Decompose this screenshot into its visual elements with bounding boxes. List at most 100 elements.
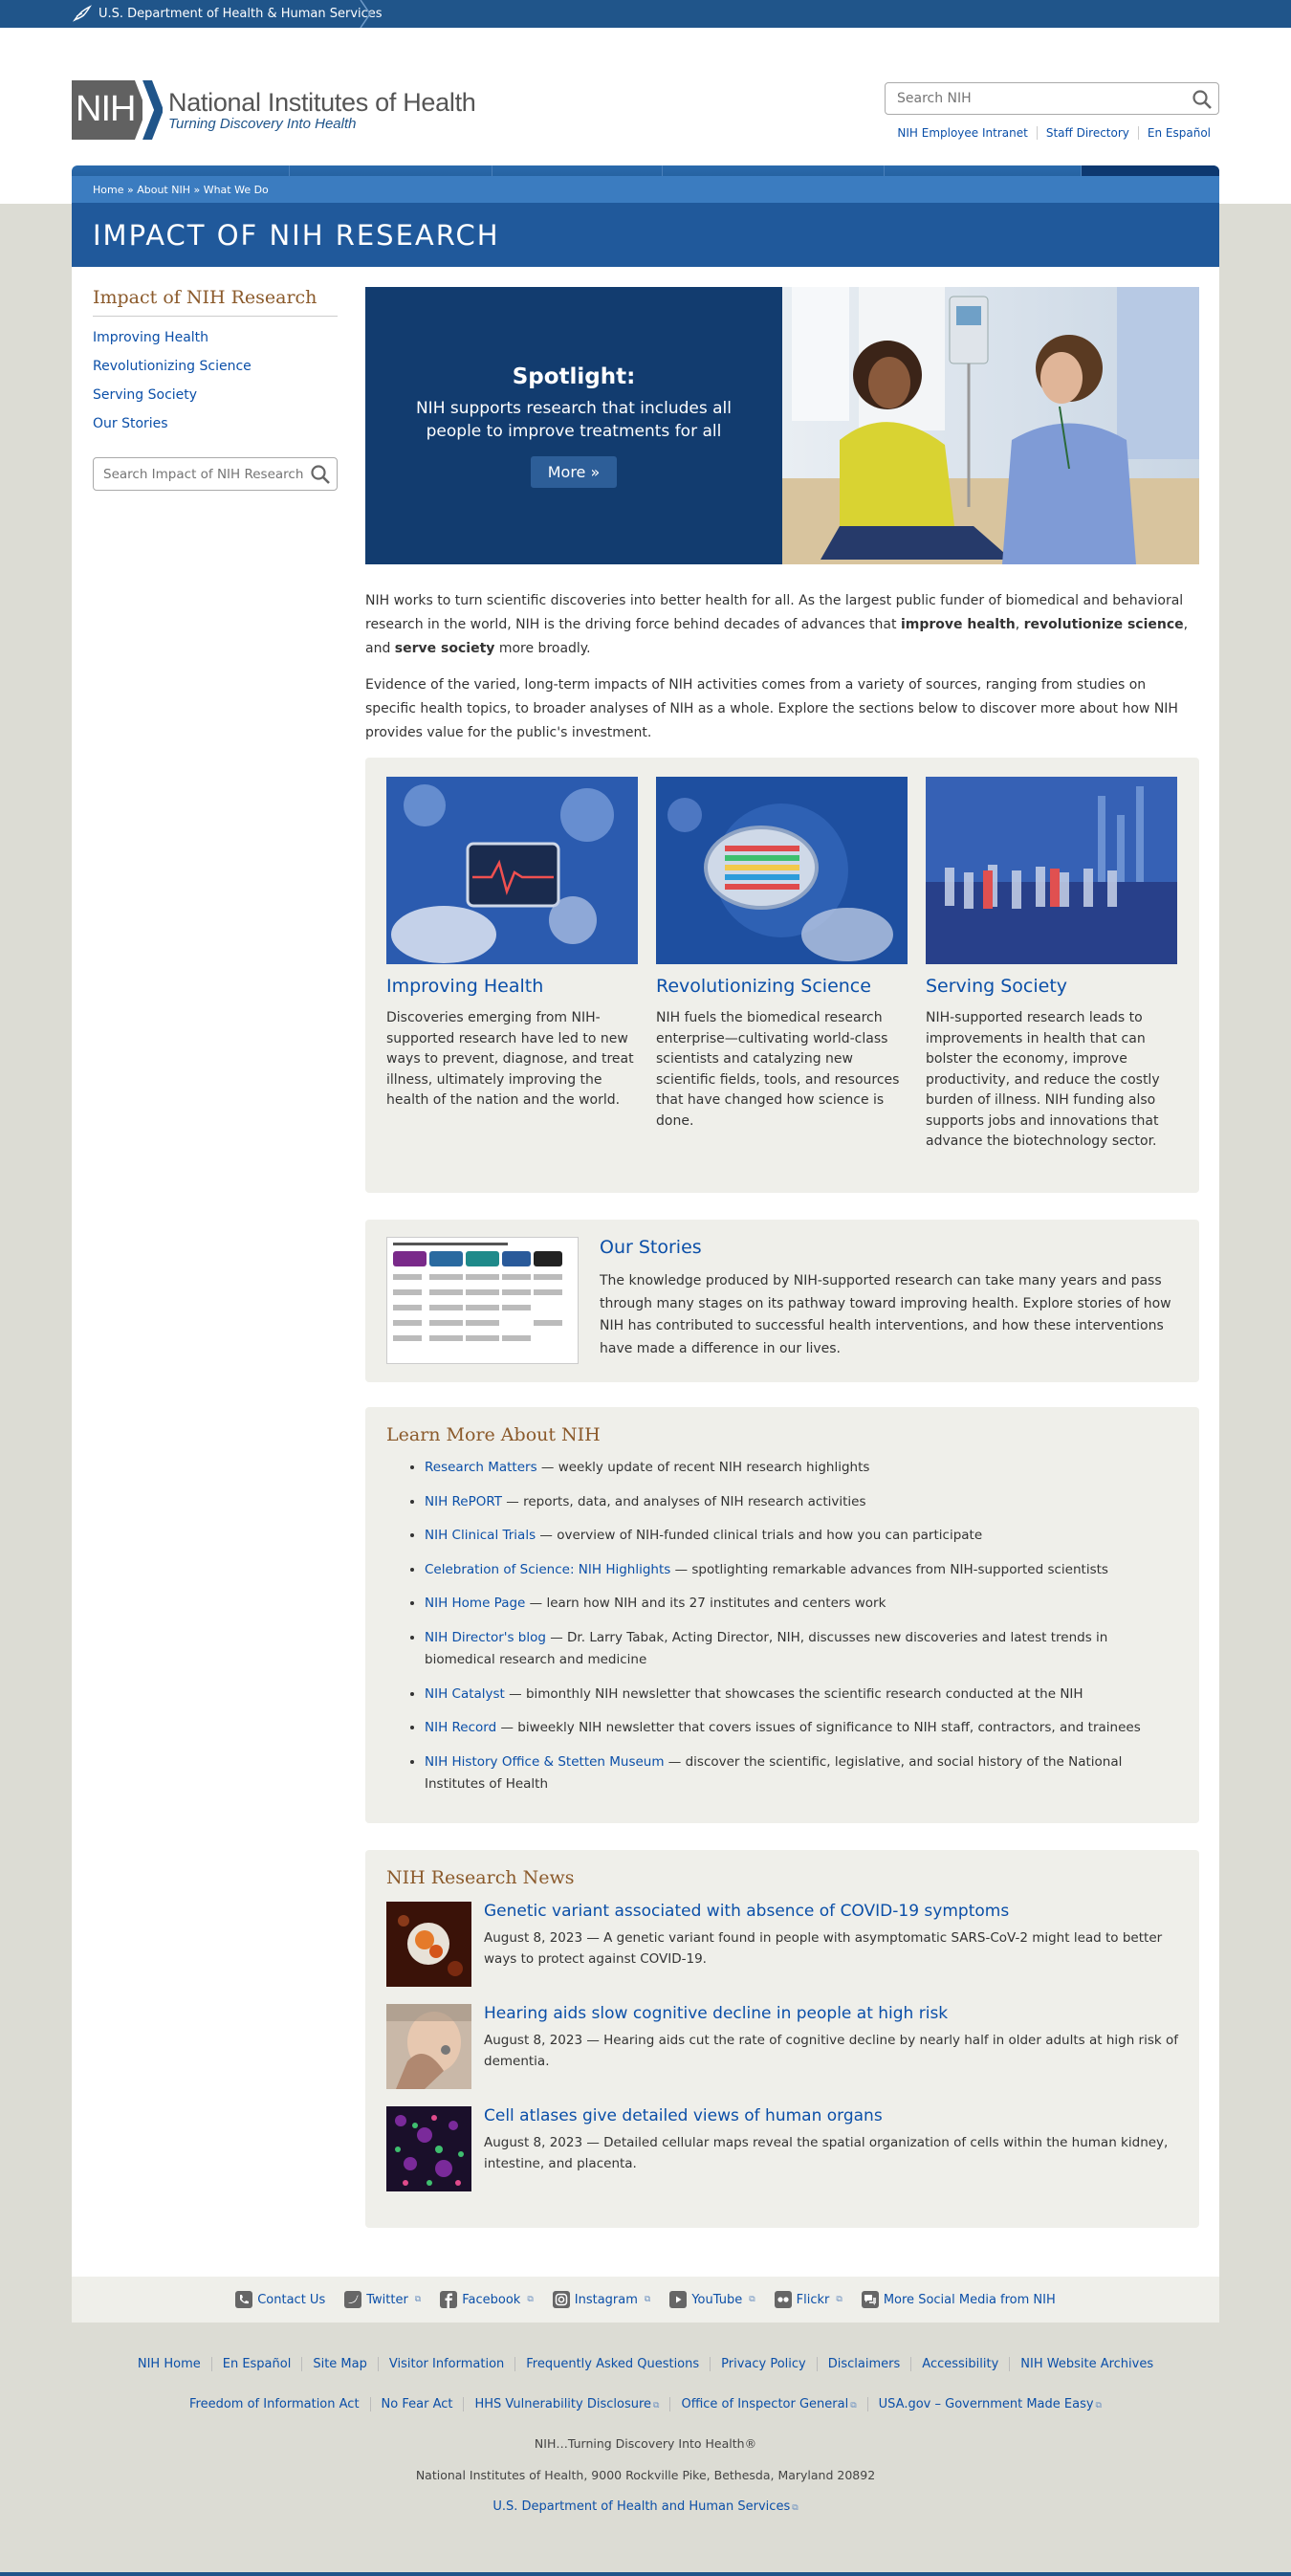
external-link-icon: ⧉	[653, 2401, 660, 2411]
our-stories-title[interactable]: Our Stories	[600, 1237, 1178, 1258]
footer-link-espanol[interactable]: En Español	[210, 2357, 302, 2371]
external-link-icon: ⧉	[1095, 2401, 1102, 2411]
spotlight-more-button[interactable]: More »	[530, 455, 618, 488]
footer-link-privacy[interactable]: Privacy Policy	[710, 2357, 817, 2371]
footer-link-nih-home[interactable]: NIH Home	[127, 2357, 211, 2371]
revolutionizing-science-image[interactable]	[656, 777, 908, 964]
footer-link-disclaimers[interactable]: Disclaimers	[816, 2357, 911, 2371]
list-item: NIH Record — biweekly NIH newsletter tha…	[425, 1717, 1178, 1740]
link-research-matters[interactable]: Research Matters	[425, 1460, 537, 1475]
sidebar-item-serving-society[interactable]: Serving Society	[93, 387, 338, 403]
footer-link-site-map[interactable]: Site Map	[301, 2357, 378, 2371]
news-title-covid[interactable]: Genetic variant associated with absence …	[484, 1902, 1178, 1921]
news-text-covid: August 8, 2023 — A genetic variant found…	[484, 1930, 1163, 1967]
logo-name: National Institutes of Health	[168, 88, 476, 117]
site-search	[885, 82, 1219, 115]
card-title-serving-society[interactable]: Serving Society	[926, 976, 1177, 997]
util-link-intranet[interactable]: NIH Employee Intranet	[888, 126, 1036, 140]
intro-text: NIH works to turn scientific discoveries…	[365, 589, 1199, 745]
footer-link-usa-gov[interactable]: USA.gov – Government Made Easy ⧉	[866, 2397, 1112, 2411]
hhs-eagle-icon	[72, 4, 93, 25]
site-search-input[interactable]	[886, 83, 1172, 114]
search-icon[interactable]	[310, 464, 331, 485]
external-link-icon: ⧉	[836, 2295, 842, 2304]
external-link-icon: ⧉	[644, 2295, 651, 2304]
card-title-improving-health[interactable]: Improving Health	[386, 976, 638, 997]
nih-logo[interactable]: NIH National Institutes of Health Turnin…	[72, 80, 476, 140]
news-text-cell-atlases: August 8, 2023 — Detailed cellular maps …	[484, 2135, 1169, 2171]
link-nih-record[interactable]: NIH Record	[425, 1720, 496, 1735]
footer-link-visitor-info[interactable]: Visitor Information	[377, 2357, 514, 2371]
learn-more-title: Learn More About NIH	[386, 1424, 601, 1445]
card-serving-society: Serving Society NIH-supported research l…	[926, 777, 1177, 1174]
list-item: NIH Clinical Trials — overview of NIH-fu…	[425, 1525, 1178, 1548]
link-celebration-of-science[interactable]: Celebration of Science: NIH Highlights	[425, 1562, 670, 1577]
news-image-covid[interactable]	[386, 1902, 471, 1987]
research-news-panel: NIH Research News Genetic variant associ…	[365, 1850, 1199, 2228]
link-nih-home-page[interactable]: NIH Home Page	[425, 1596, 525, 1611]
footer-link-hhs[interactable]: U.S. Department of Health and Human Serv…	[492, 2499, 798, 2514]
footer-link-accessibility[interactable]: Accessibility	[910, 2357, 1009, 2371]
list-item: NIH Director's blog — Dr. Larry Tabak, A…	[425, 1627, 1178, 1672]
card-revolutionizing-science: Revolutionizing Science NIH fuels the bi…	[656, 777, 908, 1174]
footer-link-no-fear[interactable]: No Fear Act	[369, 2397, 464, 2411]
site-footer: NIH Home En Español Site Map Visitor Inf…	[0, 2323, 1291, 2514]
social-contact-us[interactable]: Contact Us	[235, 2291, 325, 2308]
search-icon[interactable]	[1192, 89, 1213, 110]
serving-society-image[interactable]	[926, 777, 1177, 964]
card-improving-health: Improving Health Discoveries emerging fr…	[386, 777, 638, 1174]
social-facebook[interactable]: Facebook ⧉	[440, 2291, 534, 2308]
spotlight-title: Spotlight:	[512, 363, 636, 389]
social-youtube[interactable]: YouTube ⧉	[669, 2291, 755, 2308]
link-history-office[interactable]: NIH History Office & Stetten Museum	[425, 1754, 665, 1770]
link-clinical-trials[interactable]: NIH Clinical Trials	[425, 1528, 536, 1543]
card-title-revolutionizing-science[interactable]: Revolutionizing Science	[656, 976, 908, 997]
news-image-cell-atlases[interactable]	[386, 2106, 471, 2191]
page-title: IMPACT OF NIH RESEARCH	[72, 203, 1219, 267]
link-nih-catalyst[interactable]: NIH Catalyst	[425, 1686, 505, 1702]
social-twitter[interactable]: Twitter ⧉	[344, 2291, 421, 2308]
flickr-icon	[774, 2291, 792, 2308]
spotlight-text: NIH supports research that includes all …	[415, 398, 733, 441]
util-link-staff-directory[interactable]: Staff Directory	[1036, 126, 1138, 140]
breadcrumb[interactable]: Home » About NIH » What We Do	[72, 176, 1219, 203]
footer-link-inspector-general[interactable]: Office of Inspector General ⧉	[669, 2397, 866, 2411]
social-instagram[interactable]: Instagram ⧉	[552, 2291, 651, 2308]
spotlight-banner: Spotlight: NIH supports research that in…	[365, 287, 1199, 564]
learn-more-list: Research Matters — weekly update of rece…	[425, 1457, 1178, 1796]
our-stories-text: The knowledge produced by NIH-supported …	[600, 1273, 1171, 1356]
hhs-bar: U.S. Department of Health & Human Servic…	[0, 0, 1291, 28]
list-item: Celebration of Science: NIH Highlights —…	[425, 1559, 1178, 1582]
sidebar-item-improving-health[interactable]: Improving Health	[93, 330, 338, 345]
sidebar-item-our-stories[interactable]: Our Stories	[93, 416, 338, 431]
social-flickr[interactable]: Flickr ⧉	[774, 2291, 842, 2308]
logo-tagline: Turning Discovery Into Health	[168, 116, 357, 132]
social-more[interactable]: More Social Media from NIH	[861, 2291, 1056, 2308]
footer-links-secondary: Freedom of Information Act No Fear Act H…	[0, 2397, 1291, 2411]
news-title-hearing-aids[interactable]: Hearing aids slow cognitive decline in p…	[484, 2004, 1178, 2023]
footer-link-foia[interactable]: Freedom of Information Act	[179, 2397, 370, 2411]
footer-address: National Institutes of Health, 9000 Rock…	[415, 2468, 876, 2482]
improving-health-image[interactable]	[386, 777, 638, 964]
link-nih-report[interactable]: NIH RePORT	[425, 1494, 502, 1509]
chevron-right-icon	[360, 0, 371, 28]
youtube-icon	[669, 2291, 688, 2308]
our-stories-image[interactable]	[386, 1237, 579, 1364]
util-link-espanol[interactable]: En Español	[1137, 126, 1219, 140]
news-item: Genetic variant associated with absence …	[386, 1902, 1178, 1991]
news-title-cell-atlases[interactable]: Cell atlases give detailed views of huma…	[484, 2106, 1178, 2125]
external-link-icon: ⧉	[414, 2295, 422, 2304]
main-content: Spotlight: NIH supports research that in…	[365, 287, 1199, 2228]
sidebar-item-revolutionizing-science[interactable]: Revolutionizing Science	[93, 359, 338, 374]
section-search	[93, 457, 338, 491]
external-link-icon: ⧉	[527, 2295, 534, 2304]
section-search-input[interactable]	[94, 458, 304, 490]
link-directors-blog[interactable]: NIH Director's blog	[425, 1630, 546, 1645]
footer-link-archives[interactable]: NIH Website Archives	[1009, 2357, 1164, 2371]
footer-link-faq[interactable]: Frequently Asked Questions	[514, 2357, 710, 2371]
list-item: Research Matters — weekly update of rece…	[425, 1457, 1178, 1480]
news-image-hearing-aids[interactable]	[386, 2004, 471, 2089]
card-text-improving-health: Discoveries emerging from NIH-supported …	[386, 1010, 634, 1108]
footer-link-vulnerability[interactable]: HHS Vulnerability Disclosure ⧉	[463, 2397, 669, 2411]
hhs-link[interactable]: U.S. Department of Health & Human Servic…	[98, 7, 383, 21]
